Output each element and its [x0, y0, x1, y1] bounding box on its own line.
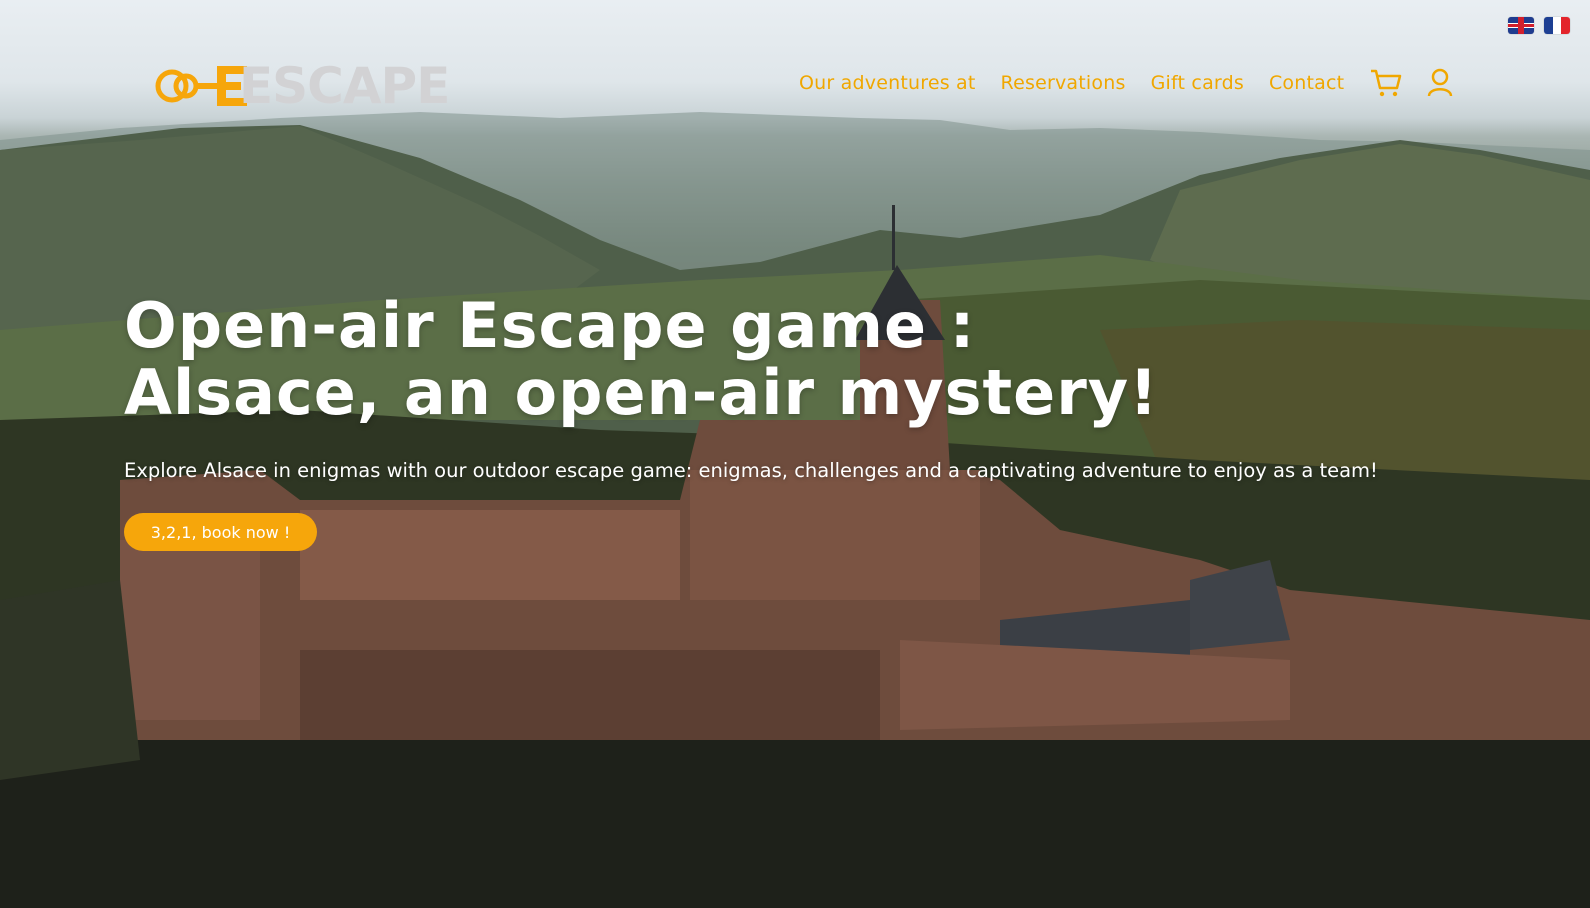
shopping-cart-icon[interactable] [1369, 66, 1403, 100]
france-flag-icon[interactable] [1544, 17, 1570, 34]
hero-section: ESCAPE Our adventures at Reservations Gi… [0, 0, 1590, 908]
nav-contact[interactable]: Contact [1269, 72, 1344, 94]
main-nav: Our adventures at Reservations Gift card… [799, 66, 1477, 100]
key-logo-icon [155, 66, 247, 106]
hero-title-line1: Open-air Escape game : [124, 289, 976, 362]
hero-title-line2: Alsace, an open-air mystery! [124, 356, 1159, 429]
uk-flag-icon[interactable] [1508, 17, 1534, 34]
nav-our-adventures[interactable]: Our adventures at [799, 72, 976, 94]
castle-landscape-image [0, 112, 1590, 908]
logo-text: ESCAPE [239, 57, 450, 115]
book-now-button[interactable]: 3,2,1, book now ! [124, 513, 317, 551]
user-icon[interactable] [1423, 66, 1457, 100]
hero-title: Open-air Escape game : Alsace, an open-a… [124, 292, 1159, 426]
language-switcher [1508, 17, 1570, 34]
nav-gift-cards[interactable]: Gift cards [1151, 72, 1244, 94]
site-logo[interactable]: ESCAPE [155, 57, 450, 115]
hero-subtitle: Explore Alsace in enigmas with our outdo… [124, 459, 1378, 482]
nav-reservations[interactable]: Reservations [1001, 72, 1126, 94]
